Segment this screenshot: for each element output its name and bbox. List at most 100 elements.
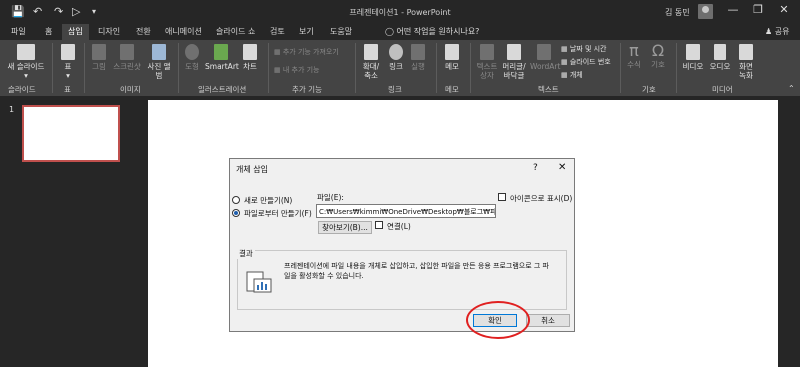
slide-number-button[interactable]: ▦ 슬라이드 번호 — [561, 57, 611, 67]
textbox-button[interactable]: 텍스트 상자 — [474, 44, 500, 80]
tab-review[interactable]: 검토 — [270, 26, 285, 37]
file-label: 파일(E): — [317, 193, 344, 202]
person-icon: ♟ — [765, 27, 773, 36]
collapse-ribbon-icon[interactable]: ⌃ — [788, 84, 795, 93]
speaker-icon — [714, 44, 726, 60]
avatar[interactable] — [698, 4, 713, 19]
slide-thumbnail[interactable] — [22, 105, 120, 162]
create-from-file-radio[interactable] — [232, 209, 240, 217]
picture-label: 그림 — [92, 62, 106, 71]
group-comments: 메모 — [445, 85, 459, 94]
slide-number: 1 — [9, 105, 15, 114]
dialog-title: 개체 삽입 — [236, 165, 268, 174]
restore-button[interactable]: ❐ — [750, 3, 766, 19]
date-time-button[interactable]: ▦ 날짜 및 시간 — [561, 44, 607, 54]
object-button[interactable]: ▦ 개체 — [561, 70, 583, 80]
document-object-icon — [246, 271, 272, 293]
pi-icon: π — [629, 41, 639, 60]
screenshot-button[interactable]: 스크린샷 — [113, 44, 141, 71]
tab-file[interactable]: 파일 — [11, 26, 26, 37]
screen-recording-icon — [739, 44, 753, 60]
tab-transitions[interactable]: 전환 — [136, 26, 151, 37]
photo-album-icon — [152, 44, 166, 60]
tab-view[interactable]: 보기 — [299, 26, 314, 37]
user-name[interactable]: 김 동민 — [665, 7, 690, 18]
globe-icon — [389, 44, 403, 60]
equation-button[interactable]: π 수식 — [624, 41, 644, 70]
result-caption: 결과 — [237, 248, 255, 259]
picture-button[interactable]: 그림 — [88, 44, 110, 71]
header-footer-button[interactable]: 머리글/ 바닥글 — [500, 44, 528, 80]
comment-icon — [445, 44, 459, 60]
link-checkbox[interactable] — [375, 221, 383, 229]
tab-animations[interactable]: 애니메이션 — [165, 26, 202, 37]
hash-icon: ▦ — [561, 58, 570, 66]
date-time-label: 날짜 및 시간 — [569, 45, 607, 53]
calendar-icon: ▦ — [561, 45, 570, 53]
omega-icon: Ω — [651, 41, 665, 60]
object-label: 개체 — [569, 71, 583, 79]
screen-recording-label: 화면 녹화 — [739, 62, 753, 80]
audio-button[interactable]: 오디오 — [707, 44, 733, 71]
ribbon-tabs: 파일 홈 삽입 디자인 전환 애니메이션 슬라이드 쇼 검토 보기 도움말 ◯ … — [0, 24, 800, 40]
object-icon: ▦ — [561, 71, 570, 79]
zoom-button[interactable]: 확대/ 축소 — [359, 44, 383, 80]
ribbon: 새 슬라이드 ▾ 표 ▾ 그림 스크린샷 사진 앨범 도형 SmartArt 차트 … — [0, 40, 800, 96]
comment-button[interactable]: 메모 — [440, 44, 464, 71]
header-footer-icon — [507, 44, 521, 60]
link-label: 링크 — [389, 62, 403, 71]
shapes-button[interactable]: 도형 — [182, 44, 202, 71]
highlight-ellipse — [466, 301, 530, 339]
table-icon — [61, 44, 75, 60]
tab-help[interactable]: 도움말 — [330, 26, 352, 37]
new-slide-button[interactable]: 새 슬라이드 ▾ — [5, 44, 47, 80]
share-button[interactable]: ♟ 공유 — [765, 26, 789, 37]
display-as-icon-checkbox[interactable] — [498, 193, 506, 201]
tab-slideshow[interactable]: 슬라이드 쇼 — [216, 26, 255, 37]
get-addins-label: 추가 기능 가져오기 — [282, 48, 339, 56]
create-new-radio[interactable] — [232, 196, 240, 204]
browse-button[interactable]: 찾아보기(B)... — [318, 221, 372, 234]
video-icon — [686, 44, 700, 60]
my-addins-button[interactable]: ▦ 내 추가 기능 — [274, 65, 320, 75]
close-button[interactable]: ✕ — [776, 3, 792, 19]
smartart-button[interactable]: SmartArt — [205, 44, 239, 71]
chart-button[interactable]: 차트 — [240, 44, 260, 71]
table-button[interactable]: 표 ▾ — [57, 44, 79, 80]
tab-design[interactable]: 디자인 — [98, 26, 120, 37]
chart-label: 차트 — [243, 62, 257, 71]
minimize-button[interactable]: — — [725, 3, 741, 19]
photo-album-button[interactable]: 사진 앨범 — [146, 44, 172, 80]
cancel-button[interactable]: 취소 — [526, 314, 570, 327]
get-addins-button[interactable]: ▦ 추가 기능 가져오기 — [274, 47, 339, 57]
screen-recording-button[interactable]: 화면 녹화 — [736, 44, 756, 80]
zoom-icon — [364, 44, 378, 60]
dialog-close-button[interactable]: ✕ — [558, 162, 566, 173]
file-path-input[interactable]: C:₩Users₩kimmi₩OneDrive₩Desktop₩블로그₩파워포 — [316, 204, 496, 218]
symbol-button[interactable]: Ω 기호 — [648, 41, 668, 70]
video-button[interactable]: 비디오 — [682, 44, 704, 71]
shapes-icon — [185, 44, 199, 60]
wordart-icon — [537, 44, 551, 60]
action-icon — [411, 44, 425, 60]
group-addins: 추가 기능 — [292, 85, 322, 94]
tab-home[interactable]: 홈 — [45, 26, 52, 37]
group-images: 이미지 — [120, 85, 141, 94]
result-description: 프레젠테이션에 파일 내용을 개체로 삽입하고, 삽입한 파일을 만든 응용 프… — [284, 262, 549, 280]
group-symbols: 기호 — [642, 85, 656, 94]
group-illustrations: 일러스트레이션 — [198, 85, 247, 94]
shapes-label: 도형 — [185, 62, 199, 71]
tell-me-label: 어떤 작업을 원하시나요? — [396, 27, 480, 36]
screenshot-label: 스크린샷 — [113, 62, 141, 71]
create-from-file-label: 파일로부터 만들기(F) — [244, 209, 312, 218]
store-icon: ▦ — [274, 48, 283, 56]
help-button[interactable]: ? — [533, 163, 538, 173]
tell-me-search[interactable]: ◯ 어떤 작업을 원하시나요? — [385, 26, 479, 37]
action-button[interactable]: 실행 — [408, 44, 428, 71]
link-button[interactable]: 링크 — [386, 44, 406, 71]
equation-label: 수식 — [627, 60, 641, 69]
tab-insert[interactable]: 삽입 — [62, 24, 89, 40]
display-as-icon-label: 아이콘으로 표시(D) — [510, 194, 573, 203]
wordart-button[interactable]: WordArt — [530, 44, 560, 71]
group-text: 텍스트 — [538, 85, 559, 94]
